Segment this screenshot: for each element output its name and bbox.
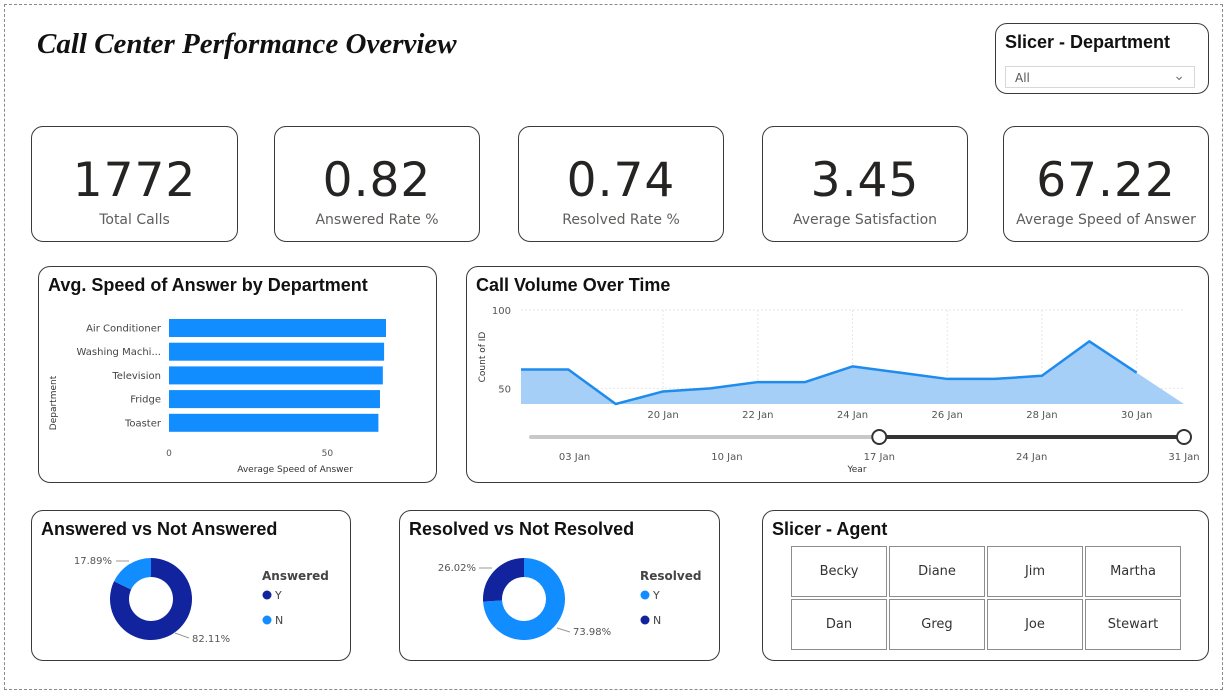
y-axis-label: Count of ID [478,332,488,383]
legend-entry: N [275,614,283,627]
resolved-donut-chart: Resolved 73.98% 26.02% YN [438,558,701,640]
leader-line [556,627,571,633]
x-tick-label: 50 [322,449,334,459]
bar [169,366,383,385]
resolved-donut-panel: Resolved vs Not Resolved Resolved 73.98%… [399,510,720,661]
kpi-value: 1772 [72,153,197,208]
agent-button-joe[interactable]: Joe [987,599,1083,650]
x-tick-label: 24 Jan [837,410,868,421]
kpi-label: Average Satisfaction [792,212,938,228]
slider-tick-label: 31 Jan [1168,452,1199,463]
kpi-average-speed-of-answer: 67.22 Average Speed of Answer [1003,126,1209,242]
call-volume-panel: Call Volume Over Time Count of ID Year 1… [466,266,1209,483]
data-label: 17.89% [74,556,112,567]
slider-tick-label: 24 Jan [1016,452,1047,463]
legend-title: Resolved [640,569,701,583]
y-axis-label: Department [49,375,59,430]
y-tick-label: 50 [498,384,511,395]
x-tick-label: 28 Jan [1026,410,1057,421]
leader-line [174,632,190,639]
kpi-total-calls: 1772 Total Calls [31,126,238,242]
kpi-label: Answered Rate % [315,212,439,228]
y-tick-label: 100 [492,306,511,317]
agent-slicer-title: Slicer - Agent [772,519,888,539]
legend-marker [640,590,650,600]
bar [169,413,379,432]
department-slicer-title: Slicer - Department [1005,32,1171,52]
agent-button-greg[interactable]: Greg [889,599,985,650]
area-chart: Count of ID Year 100 50 20 Jan 22 Jan 24 Jan… [478,306,1200,475]
speed-by-department-panel: Avg. Speed of Answer by Department Depar… [38,266,437,483]
kpi-value: 0.74 [566,153,676,208]
kpi-value: 67.22 [1036,153,1176,208]
agent-button-stewart[interactable]: Stewart [1085,599,1181,650]
slider-tick-label: 17 Jan [864,452,895,463]
agent-button-martha[interactable]: Martha [1085,546,1181,597]
donut-slice [483,558,524,602]
answered-donut-chart: Answered 82.11% 17.89% YN [74,556,329,645]
legend-title: Answered [262,569,329,583]
kpi-label: Average Speed of Answer [1016,212,1196,228]
category-label: Washing Machi... [77,347,161,358]
x-tick-label: 26 Jan [932,410,963,421]
kpi-value: 0.82 [322,153,432,208]
answered-donut-panel: Answered vs Not Answered Answered 82.11%… [31,510,351,661]
agent-button-diane[interactable]: Diane [889,546,985,597]
department-slicer: Slicer - Department All ⌄ [995,23,1209,94]
legend-marker [262,590,272,600]
agent-button-dan[interactable]: Dan [791,599,887,650]
chevron-down-icon: ⌄ [1173,68,1185,84]
category-label: Toaster [124,418,162,429]
kpi-label: Resolved Rate % [562,212,680,228]
kpi-label: Total Calls [99,212,170,228]
agent-button-jim[interactable]: Jim [987,546,1083,597]
slider-tick-label: 03 Jan [559,452,590,463]
legend-marker [262,615,272,625]
legend-entry: Y [652,589,660,602]
x-tick-label: 0 [166,449,172,459]
bar [169,390,380,409]
legend-entry: N [653,614,661,627]
page-title: Call Center Performance Overview [37,28,457,60]
x-tick-label: 30 Jan [1121,410,1152,421]
x-tick-label: 20 Jan [647,410,678,421]
data-label: 26.02% [438,563,476,574]
kpi-answered-rate: 0.82 Answered Rate % [274,126,480,242]
category-label: Fridge [130,395,161,406]
data-label: 82.11% [192,634,230,645]
agent-button-becky[interactable]: Becky [791,546,887,597]
legend-entry: Y [274,589,282,602]
legend-marker [640,615,650,625]
bar-chart: Department Average Speed of Answer Air C… [49,319,386,475]
category-label: Air Conditioner [86,324,162,335]
slider-axis-label: Year [846,465,866,475]
x-axis-label: Average Speed of Answer [237,465,353,475]
bar [169,342,385,361]
x-tick-label: 22 Jan [742,410,773,421]
kpi-value: 3.45 [810,153,920,208]
kpi-resolved-rate: 0.74 Resolved Rate % [518,126,724,242]
slider-handle[interactable] [1176,429,1192,445]
agent-slicer: Slicer - Agent Becky Diane Jim Martha Da… [762,510,1209,661]
slider-handle[interactable] [871,429,888,445]
data-label: 73.98% [573,627,611,638]
slider-tick-label: 10 Jan [711,452,742,463]
department-dropdown-value: All [1015,71,1030,85]
agent-button-grid: Becky Diane Jim Martha Dan Greg Joe Stew… [791,546,1183,652]
department-dropdown[interactable]: All ⌄ [1005,66,1195,88]
kpi-average-satisfaction: 3.45 Average Satisfaction [762,126,968,242]
bar [169,319,386,337]
category-label: Television [111,371,161,382]
